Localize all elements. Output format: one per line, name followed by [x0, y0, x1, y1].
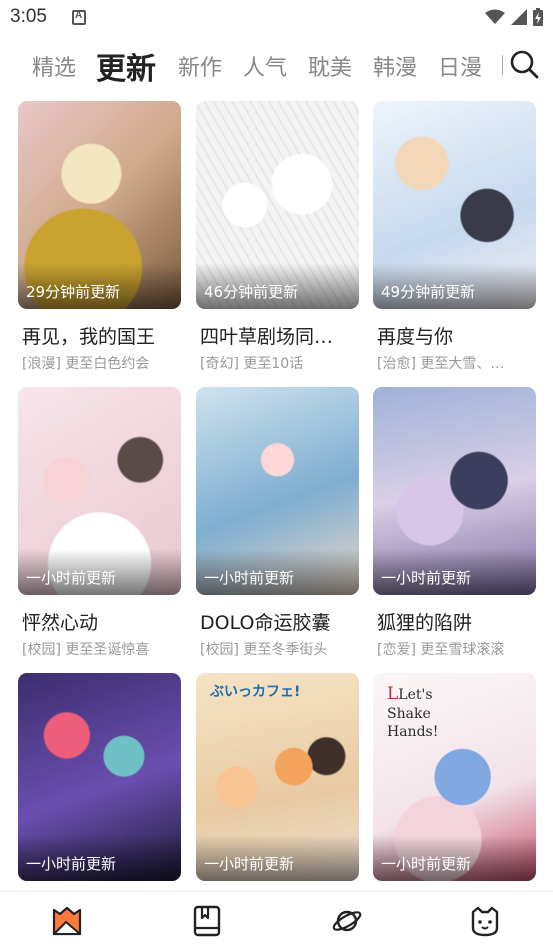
comic-title[interactable]: 再度与你 — [377, 322, 537, 349]
tab-divider — [502, 55, 503, 75]
bookshelf-icon[interactable] — [190, 904, 224, 938]
app-notification-icon — [72, 10, 86, 25]
update-time-label: 49分钟前更新 — [381, 283, 476, 301]
update-time-label: 29分钟前更新 — [26, 283, 121, 301]
comic-cover[interactable]: 一小时前更新 — [373, 387, 536, 595]
comic-title[interactable]: DOLO命运胶囊 — [200, 608, 360, 635]
update-time-label: 一小时前更新 — [381, 569, 472, 587]
comic-subtitle: [校园] 更至冬季街头 — [200, 642, 328, 658]
comic-subtitle: [奇幻] 更至10话 — [200, 356, 304, 372]
category-tabs: 精选 更新 新作 人气 耽美 韩漫 日漫 — [0, 38, 553, 90]
comic-cover[interactable]: 49分钟前更新 — [373, 101, 536, 309]
status-icons — [485, 8, 543, 26]
battery-charging-icon — [533, 8, 543, 26]
comic-cover[interactable]: 一小时前更新 — [18, 387, 181, 595]
tab-riman[interactable]: 日漫 — [438, 50, 482, 82]
status-time: 3:05 — [10, 6, 47, 27]
search-icon[interactable] — [508, 48, 540, 80]
comic-subtitle: [浪漫] 更至白色约会 — [22, 356, 150, 372]
tab-gengxin[interactable]: 更新 — [96, 44, 156, 88]
cover-text-line: Hands! — [387, 724, 439, 741]
comic-cover[interactable]: ぶいっカフェ! 一小时前更新 — [196, 673, 359, 881]
tab-renqi[interactable]: 人气 — [243, 50, 287, 82]
tab-danmei[interactable]: 耽美 — [308, 50, 352, 82]
update-time-label: 一小时前更新 — [381, 855, 472, 873]
bottom-nav — [0, 891, 553, 944]
tab-xinzuo[interactable]: 新作 — [178, 50, 222, 82]
update-time-label: 一小时前更新 — [26, 855, 117, 873]
update-time-label: 一小时前更新 — [26, 569, 117, 587]
comic-cover[interactable]: LLet's Shake Hands! 一小时前更新 — [373, 673, 536, 881]
comic-cover[interactable]: 一小时前更新 — [18, 673, 181, 881]
comic-subtitle: [恋爱] 更至雪球滚滚 — [377, 642, 505, 658]
cat-profile-icon[interactable] — [468, 904, 502, 938]
update-time-label: 一小时前更新 — [204, 569, 295, 587]
comic-title[interactable]: 四叶草剧场同… — [200, 322, 360, 349]
cover-text-line: Shake — [387, 706, 431, 723]
wifi-icon — [485, 9, 505, 24]
tab-hanman[interactable]: 韩漫 — [373, 50, 417, 82]
comic-subtitle: [校园] 更至圣诞惊喜 — [22, 642, 150, 658]
cover-text-line: Let's — [398, 687, 433, 703]
comic-cover[interactable]: 29分钟前更新 — [18, 101, 181, 309]
comic-subtitle: [治愈] 更至大雪、… — [377, 356, 505, 372]
comic-title[interactable]: 狐狸的陷阱 — [377, 608, 537, 635]
update-time-label: 46分钟前更新 — [204, 283, 299, 301]
status-bar: 3:05 — [0, 0, 553, 38]
comic-cover[interactable]: 一小时前更新 — [196, 387, 359, 595]
comic-home-icon[interactable] — [50, 904, 84, 938]
cover-logo-text: LLet's Shake Hands! — [387, 684, 439, 741]
cover-logo-text: ぶいっカフェ! — [210, 684, 301, 700]
cell-signal-icon — [511, 9, 527, 25]
planet-icon[interactable] — [330, 904, 364, 938]
comic-title[interactable]: 怦然心动 — [22, 608, 182, 635]
comic-title[interactable]: 再见，我的国王 — [22, 322, 182, 349]
comic-cover[interactable]: 46分钟前更新 — [196, 101, 359, 309]
tab-jingxuan[interactable]: 精选 — [32, 50, 76, 82]
update-time-label: 一小时前更新 — [204, 855, 295, 873]
